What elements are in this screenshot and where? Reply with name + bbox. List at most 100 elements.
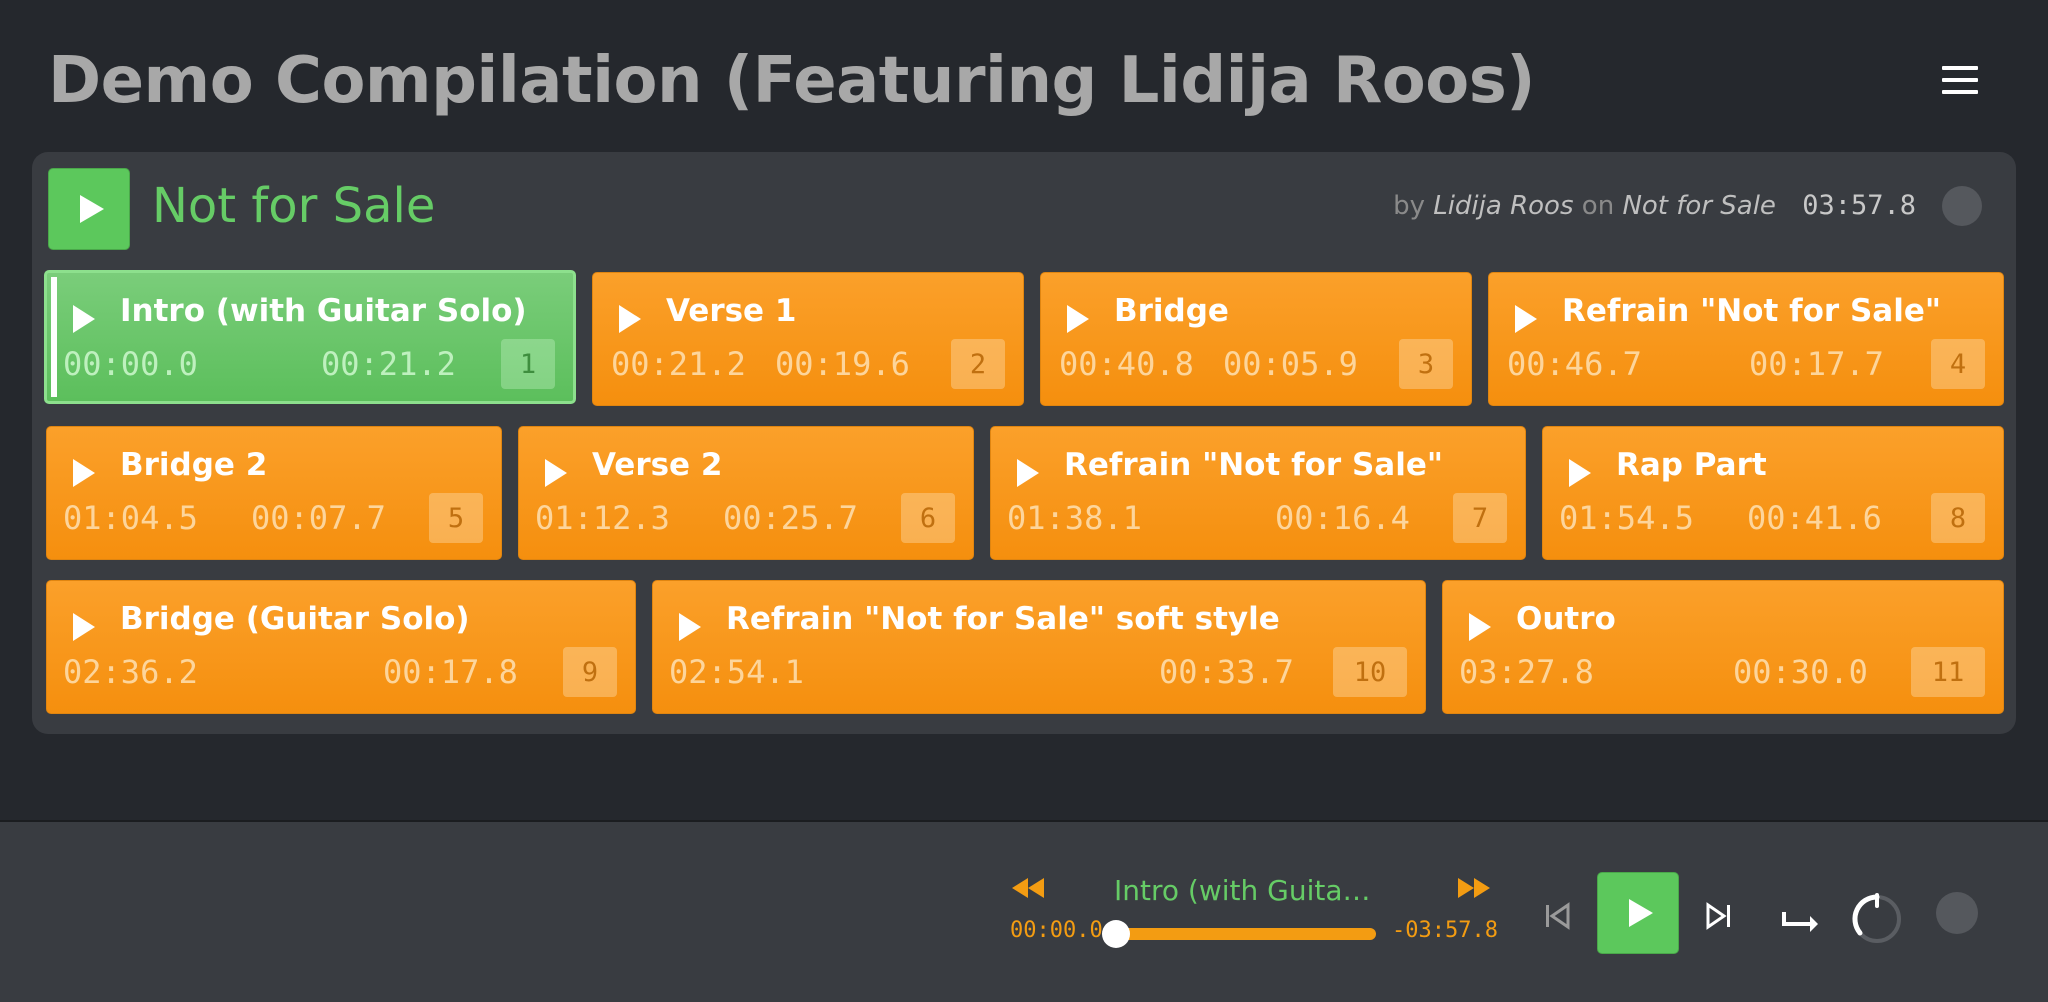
- cue-button[interactable]: Bridge 00:40.8 00:05.9 3: [1040, 272, 1472, 406]
- elapsed-time: 00:00.0: [1010, 918, 1103, 943]
- by-label: by: [1393, 191, 1425, 221]
- cue-start: 00:21.2: [611, 345, 746, 383]
- cue-duration: 00:30.0: [1733, 653, 1868, 691]
- cue-button[interactable]: Verse 2 01:12.3 00:25.7 6: [518, 426, 974, 560]
- cue-start: 02:54.1: [669, 653, 804, 691]
- fast-forward-icon: [1474, 878, 1490, 898]
- cue-title: Refrain "Not for Sale" soft style: [726, 601, 1280, 637]
- cue-button[interactable]: Verse 1 00:21.2 00:19.6 2: [592, 272, 1024, 406]
- cue-start: 01:12.3: [535, 499, 670, 537]
- cue-start: 01:54.5: [1559, 499, 1694, 537]
- previous-button[interactable]: [1540, 898, 1576, 934]
- cue-duration: 00:41.6: [1747, 499, 1882, 537]
- progress-fill: [1116, 928, 1376, 940]
- volume-knob[interactable]: [1850, 892, 1904, 946]
- cue-number: 10: [1333, 647, 1407, 697]
- fast-forward-icon: [1458, 878, 1474, 898]
- cue-duration: 00:21.2: [321, 345, 456, 383]
- cue-button[interactable]: Bridge (Guitar Solo) 02:36.2 00:17.8 9: [46, 580, 636, 714]
- cue-button[interactable]: Intro (with Guitar Solo) 00:00.0 00:21.2…: [44, 270, 576, 404]
- play-icon: [80, 195, 104, 223]
- cue-duration: 00:33.7: [1159, 653, 1294, 691]
- cue-title: Outro: [1516, 601, 1616, 637]
- cue-duration: 00:17.7: [1749, 345, 1884, 383]
- track-artist: Lidija Roos: [1433, 191, 1574, 221]
- rewind-icon: [1028, 878, 1044, 898]
- cue-button[interactable]: Bridge 2 01:04.5 00:07.7 5: [46, 426, 502, 560]
- rewind-icon: [1012, 878, 1028, 898]
- skip-next-icon: [1706, 902, 1730, 930]
- track-panel: Not for Sale by Lidija Roos on Not for S…: [32, 152, 2016, 734]
- seek-forward-button[interactable]: [1458, 878, 1498, 906]
- play-icon: [545, 459, 567, 487]
- cue-number: 3: [1399, 339, 1453, 389]
- cue-duration: 00:25.7: [723, 499, 858, 537]
- seek-backward-button[interactable]: [1012, 878, 1052, 906]
- play-icon: [619, 305, 641, 333]
- play-icon: [679, 613, 701, 641]
- on-label: on: [1581, 191, 1615, 221]
- play-icon: [73, 613, 95, 641]
- play-icon: [73, 305, 95, 333]
- next-button[interactable]: [1700, 898, 1736, 934]
- player-bar: Intro (with Guitar … 00:00.0 -03:57.8: [0, 820, 2048, 1002]
- play-icon: [1569, 459, 1591, 487]
- cue-number: 9: [563, 647, 617, 697]
- progress-knob[interactable]: [1102, 920, 1130, 948]
- cue-button[interactable]: Outro 03:27.8 00:30.0 11: [1442, 580, 2004, 714]
- cue-start: 00:40.8: [1059, 345, 1194, 383]
- cue-title: Bridge 2: [120, 447, 268, 483]
- cue-duration: 00:17.8: [383, 653, 518, 691]
- cue-title: Bridge (Guitar Solo): [120, 601, 470, 637]
- cue-start: 01:04.5: [63, 499, 198, 537]
- track-duration: 03:57.8: [1802, 190, 1916, 221]
- page-title: Demo Compilation (Featuring Lidija Roos): [48, 44, 1536, 118]
- hamburger-icon[interactable]: [1940, 66, 1980, 106]
- cue-title: Refrain "Not for Sale": [1562, 293, 1941, 329]
- volume-knob-icon: [1852, 893, 1901, 943]
- cue-title: Intro (with Guitar Solo): [120, 293, 527, 329]
- cue-number: 11: [1911, 647, 1985, 697]
- cue-button[interactable]: Rap Part 01:54.5 00:41.6 8: [1542, 426, 2004, 560]
- cue-title: Rap Part: [1616, 447, 1767, 483]
- cue-duration: 00:07.7: [251, 499, 386, 537]
- player-status-indicator: [1936, 892, 1978, 934]
- track-play-button[interactable]: [48, 168, 130, 250]
- now-playing-title: Intro (with Guitar …: [1114, 874, 1376, 907]
- cue-duration: 00:19.6: [775, 345, 910, 383]
- cue-title: Bridge: [1114, 293, 1229, 329]
- track-title: Not for Sale: [152, 178, 436, 234]
- cue-button[interactable]: Refrain "Not for Sale" soft style 02:54.…: [652, 580, 1426, 714]
- cue-title: Verse 2: [592, 447, 723, 483]
- play-icon: [1629, 899, 1653, 927]
- cue-number: 7: [1453, 493, 1507, 543]
- play-icon: [1515, 305, 1537, 333]
- cue-button[interactable]: Refrain "Not for Sale" 01:38.1 00:16.4 7: [990, 426, 1526, 560]
- cue-start: 01:38.1: [1007, 499, 1142, 537]
- play-icon: [73, 459, 95, 487]
- cue-start: 02:36.2: [63, 653, 198, 691]
- play-icon: [1469, 613, 1491, 641]
- cue-number: 2: [951, 339, 1005, 389]
- track-meta: by Lidija Roos on Not for Sale 03:57.8: [1393, 190, 1916, 221]
- cue-duration: 00:05.9: [1223, 345, 1358, 383]
- track-album: Not for Sale: [1622, 191, 1776, 221]
- cue-number: 1: [501, 339, 555, 389]
- play-icon: [1067, 305, 1089, 333]
- loop-button[interactable]: [1780, 904, 1820, 934]
- play-button[interactable]: [1597, 872, 1679, 954]
- cue-title: Verse 1: [666, 293, 797, 329]
- header: Demo Compilation (Featuring Lidija Roos): [0, 0, 2048, 150]
- track-status-indicator: [1942, 186, 1982, 226]
- progress-bar[interactable]: [1102, 920, 1376, 948]
- loop-arrow-icon: [1782, 912, 1818, 932]
- cue-button[interactable]: Refrain "Not for Sale" 00:46.7 00:17.7 4: [1488, 272, 2004, 406]
- cue-number: 4: [1931, 339, 1985, 389]
- cue-number: 5: [429, 493, 483, 543]
- cue-number: 6: [901, 493, 955, 543]
- cue-number: 8: [1931, 493, 1985, 543]
- play-icon: [1017, 459, 1039, 487]
- cue-start: 00:46.7: [1507, 345, 1642, 383]
- cue-start: 00:00.0: [63, 345, 198, 383]
- cue-title: Refrain "Not for Sale": [1064, 447, 1443, 483]
